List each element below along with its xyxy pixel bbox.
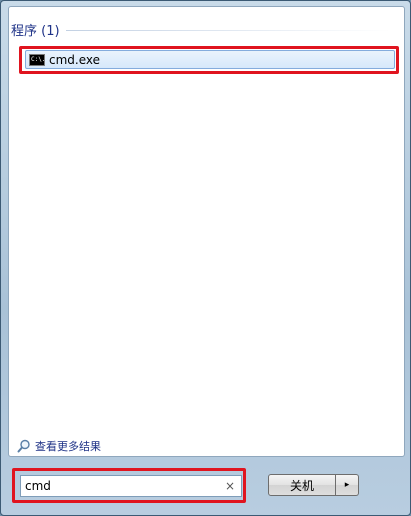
shutdown-options-button[interactable]: ▸ xyxy=(336,474,359,496)
see-more-results-link[interactable]: 查看更多结果 xyxy=(17,438,101,454)
shutdown-button[interactable]: 关机 xyxy=(268,474,336,496)
section-header-programs: 程序 (1) xyxy=(11,20,391,39)
highlight-box-search xyxy=(12,468,246,503)
see-more-results-label: 查看更多结果 xyxy=(35,440,101,453)
chevron-right-icon: ▸ xyxy=(344,480,350,490)
magnifier-icon xyxy=(17,439,30,453)
section-title: 程序 (1) xyxy=(11,23,60,39)
shutdown-label: 关机 xyxy=(289,478,314,493)
shutdown-button-group: 关机 ▸ xyxy=(268,474,359,496)
highlight-box-result xyxy=(19,46,399,74)
section-divider xyxy=(65,29,391,31)
start-menu: 程序 (1) C:\. cmd.exe 查看更多结果 × 关机 ▸ xyxy=(0,0,411,516)
